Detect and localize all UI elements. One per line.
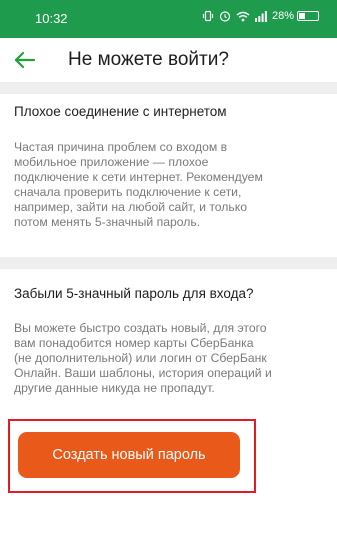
battery-level bbox=[299, 13, 305, 19]
text-line: например, зайти на любой сайт, и только bbox=[14, 200, 247, 214]
status-time: 10:32 bbox=[35, 11, 68, 26]
vibrate-icon bbox=[202, 10, 214, 22]
create-new-password-button[interactable]: Создать новый пароль bbox=[18, 432, 240, 478]
text-line: вам понадобится номер карты СберБанка bbox=[14, 336, 254, 350]
text-line: сначала проверить подключение к сети, bbox=[14, 185, 242, 199]
section-divider bbox=[0, 82, 337, 94]
app-header: Не можете войти? bbox=[0, 38, 337, 82]
wifi-icon bbox=[236, 11, 250, 21]
status-icons: 28% bbox=[202, 10, 319, 22]
page-title: Не можете войти? bbox=[68, 49, 229, 70]
alarm-icon bbox=[219, 11, 231, 22]
text-line: мобильное приложение — плохое bbox=[14, 155, 209, 169]
arrow-left-icon[interactable] bbox=[14, 51, 36, 69]
section-text-forgot-password: Вы можете быстро создать новый, для этог… bbox=[14, 321, 324, 396]
text-line: потом менять 5-значный пароль. bbox=[14, 215, 201, 229]
section-text-connection: Частая причина проблем со входом в мобил… bbox=[14, 140, 324, 230]
text-line: подключение к сети интернет. Рекомендуем bbox=[14, 170, 263, 184]
battery-icon bbox=[297, 11, 319, 21]
text-line: Частая причина проблем со входом в bbox=[14, 140, 228, 154]
text-line: Онлайн. Ваши шаблоны, история операций и bbox=[14, 366, 272, 380]
text-line: Вы можете быстро создать новый, для этог… bbox=[14, 321, 267, 335]
signal-icon bbox=[254, 10, 267, 22]
text-line: (не дополнительной) или логин от СберБан… bbox=[14, 351, 267, 365]
section-title-forgot-password: Забыли 5-значный пароль для входа? bbox=[14, 286, 254, 301]
section-divider bbox=[0, 257, 337, 269]
section-title-connection: Плохое соединение с интернетом bbox=[14, 104, 227, 119]
status-bar: 10:32 28% bbox=[0, 0, 337, 38]
battery-indicator: 28% bbox=[272, 10, 319, 22]
text-line: другие данные никуда не пропадут. bbox=[14, 381, 215, 395]
battery-percent: 28% bbox=[271, 10, 294, 22]
